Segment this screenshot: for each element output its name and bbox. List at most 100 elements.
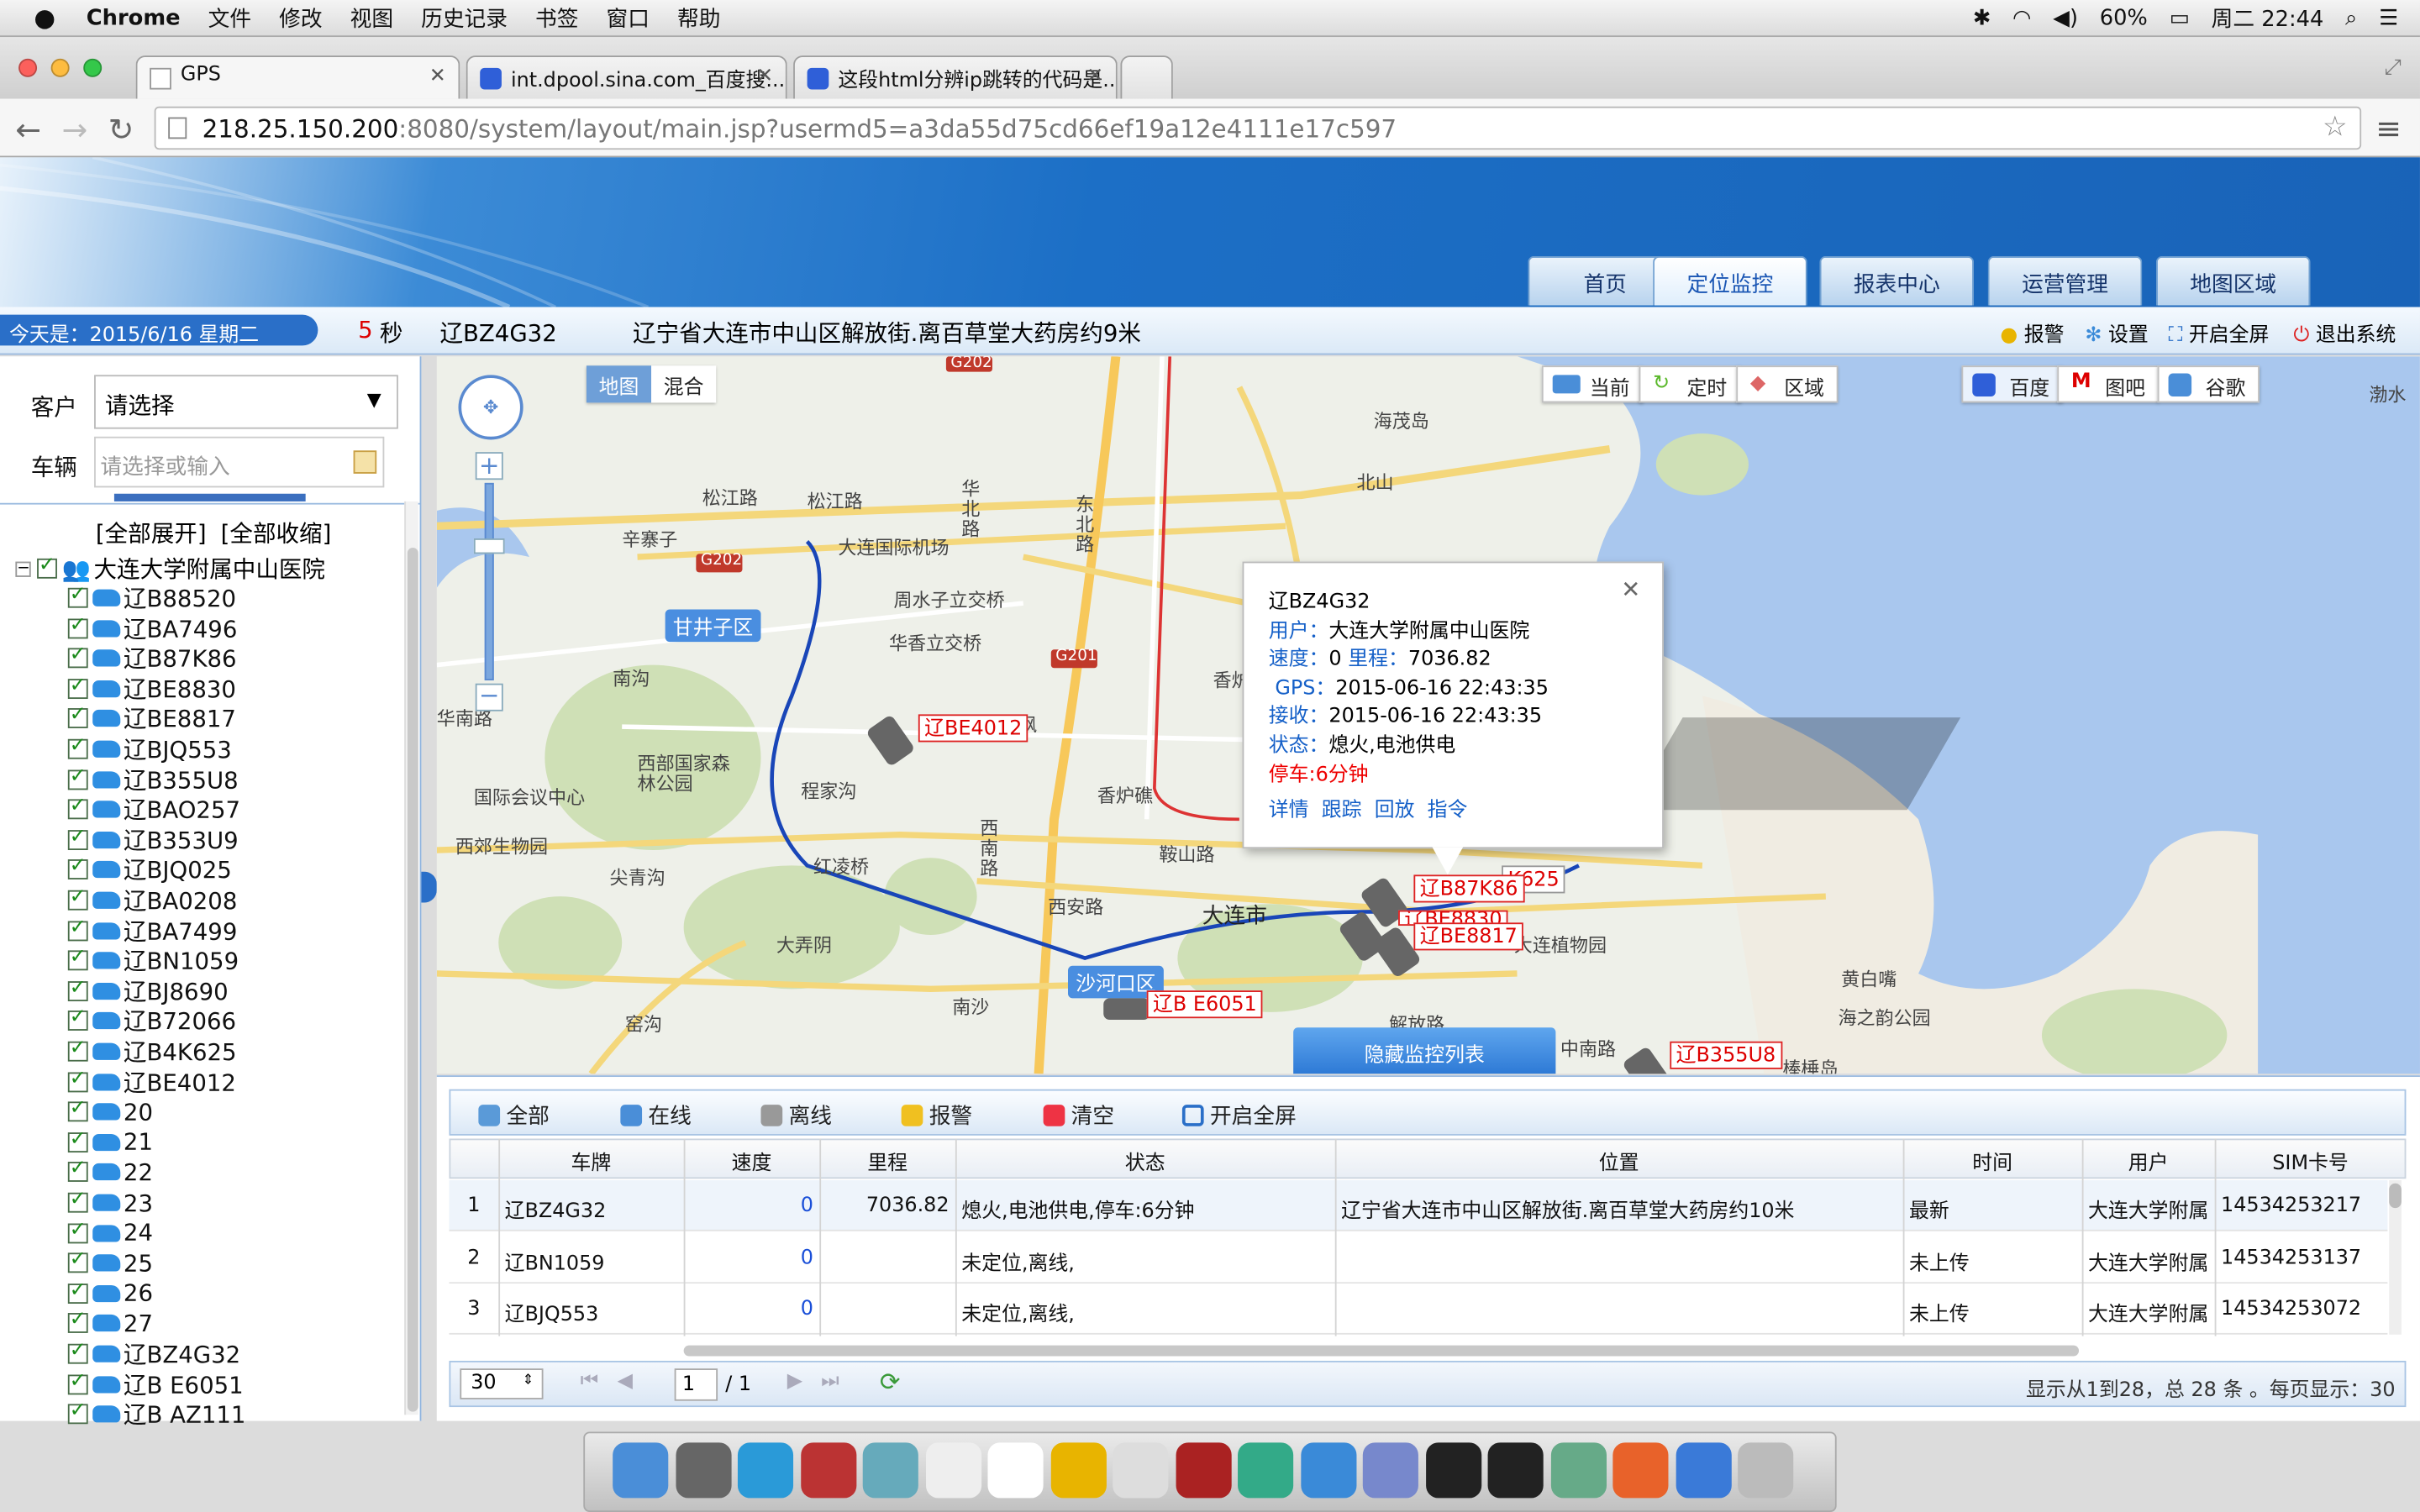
fullscreen-icon[interactable]: ⤢ [2384,55,2402,80]
app-icon[interactable] [1050,1442,1106,1499]
nav-tab-reports[interactable]: 报表中心 [1819,255,1975,306]
vehicle-tree-item[interactable]: 27 [67,1309,153,1338]
menu-edit[interactable]: 修改 [279,3,322,34]
tab-sina[interactable]: int.dpool.sina.com_百度搜... ✕ [466,55,787,99]
vehicle-tree-item[interactable]: 辽BZ4G32 [67,1339,240,1368]
vehicle-tree-item[interactable]: 辽BA0208 [67,885,238,915]
tree-checkbox[interactable] [67,1339,88,1364]
close-icon[interactable]: ✕ [1621,575,1640,603]
back-icon[interactable]: ← [15,111,41,148]
vehicle-tree-item[interactable]: 辽BN1059 [67,946,239,975]
column-header[interactable]: 里程 [819,1147,955,1176]
tree-checkbox[interactable] [67,1097,88,1122]
tab-gps[interactable]: GPS ✕ [135,55,460,99]
filter-online-button[interactable]: 在线 [620,1100,692,1131]
textedit-icon[interactable] [925,1442,981,1499]
vehicle-marker[interactable] [1103,998,1150,1021]
tree-checkbox[interactable] [67,1369,88,1394]
close-tab-icon[interactable]: ✕ [1086,65,1103,88]
vehicle-tree-item[interactable]: 辽BA7499 [67,916,238,945]
zoom-out-button[interactable]: − [475,683,503,711]
clear-button[interactable]: 清空 [1043,1100,1114,1131]
mode-current-button[interactable]: 当前 [1541,365,1644,403]
alarm-button[interactable]: ● 报警 [2000,318,2064,348]
vehicle-tree-item[interactable]: 辽B87K86 [67,643,237,673]
playback-link[interactable]: 回放 [1375,800,1415,823]
tree-checkbox[interactable] [67,1067,88,1092]
tree-checkbox[interactable] [67,1248,88,1273]
volume-icon[interactable]: ◀) [2053,6,2078,30]
vehicle-tree-item[interactable]: 辽BA7496 [67,613,238,643]
refresh-icon[interactable]: ⟳ [880,1367,901,1396]
logout-button[interactable]: ⏻ 退出系统 [2293,318,2396,348]
tree-checkbox[interactable] [67,795,88,820]
tree-checkbox[interactable] [67,1006,88,1032]
plate-label[interactable]: 辽BE8817 [1413,922,1524,951]
tab-html-ip[interactable]: 这段html分辨ip跳转的代码是... ✕ [793,55,1118,99]
provider-tuba-button[interactable]: M 图吧 [2057,365,2160,403]
tree-checkbox[interactable] [67,916,88,941]
vehicle-tree-item[interactable]: 辽B4K625 [67,1037,237,1066]
hide-list-button[interactable]: 隐藏监控列表 [1293,1027,1556,1074]
contacts-icon[interactable] [1113,1442,1169,1499]
zoom-handle[interactable] [473,538,505,554]
vehicle-tree-item[interactable]: 辽BE8817 [67,704,236,733]
first-page-icon[interactable]: ⏮ [581,1370,598,1394]
clock[interactable]: 周二 22:44 [2212,3,2324,34]
vehicle-tree-item[interactable]: 辽B72066 [67,1006,236,1036]
provider-baidu-button[interactable]: 百度 [1961,365,2064,403]
tree-checkbox[interactable] [67,855,88,880]
column-header[interactable]: 速度 [684,1147,820,1176]
details-link[interactable]: 详情 [1269,800,1309,823]
search-icon[interactable]: ⌕ [2345,6,2357,30]
vehicle-tree-item[interactable]: 21 [67,1127,153,1157]
mode-timed-button[interactable]: ↻ 定时 [1639,365,1741,403]
forward-icon[interactable]: → [61,111,87,148]
edit-icon[interactable] [353,450,377,474]
grid-vscroll[interactable] [2389,1180,2402,1335]
provider-google-button[interactable]: 谷歌 [2157,365,2260,403]
reload-icon[interactable]: ↻ [108,111,134,148]
close-window-button[interactable] [18,58,38,77]
page-size-select[interactable]: 30 ⇕ [460,1368,544,1399]
vehicle-tree-item[interactable]: 26 [67,1278,153,1308]
vehicle-tree-item[interactable]: 辽BE4012 [67,1067,236,1096]
mode-area-button[interactable]: ◆ 区域 [1736,365,1839,403]
vehicle-tree-item[interactable]: 辽B88520 [67,583,236,612]
splitter-handle[interactable] [113,493,306,501]
settings-button[interactable]: ✻ 设置 [2085,318,2148,348]
tree-checkbox[interactable] [67,825,88,850]
tree-checkbox[interactable] [67,1037,88,1062]
chrome-icon[interactable] [1300,1442,1356,1499]
menu-window[interactable]: 窗口 [607,3,650,34]
column-header[interactable]: 车牌 [498,1147,683,1176]
trash-icon[interactable] [1738,1442,1794,1499]
tree-checkbox[interactable] [67,674,88,699]
iphoto-icon[interactable] [1238,1442,1294,1499]
tree-checkbox[interactable] [67,1218,88,1243]
map-type-map-button[interactable]: 地图 [586,365,652,403]
vehicle-tree-item[interactable]: 22 [67,1158,153,1187]
vehicle-tree-item[interactable]: 辽BE8830 [67,674,236,703]
new-tab-button[interactable] [1120,55,1173,99]
last-page-icon[interactable]: ⏭ [821,1370,839,1394]
filter-offline-button[interactable]: 离线 [760,1100,832,1131]
tree-checkbox[interactable] [67,1158,88,1183]
tree-checkbox[interactable] [67,1399,88,1425]
vehicle-tree-item[interactable]: 辽BJQ553 [67,734,232,764]
column-header[interactable]: 用户 [2082,1147,2215,1176]
remote-desktop-icon[interactable] [1362,1442,1418,1499]
vehicle-tree-item[interactable]: 23 [67,1188,153,1217]
finder-icon[interactable] [613,1442,669,1499]
tree-checkbox[interactable] [67,976,88,1001]
list-fullscreen-button[interactable]: 开启全屏 [1181,1100,1297,1131]
bookmark-star-icon[interactable]: ☆ [2323,111,2348,144]
customer-select[interactable]: 请选择 ▼ [94,375,398,429]
page-input[interactable]: 1 [674,1368,718,1401]
calendar-icon[interactable] [987,1442,1044,1499]
plate-label[interactable]: 辽B355U8 [1670,1041,1782,1069]
safari-icon[interactable] [737,1442,794,1499]
fullscreen-button[interactable]: ⛶ 开启全屏 [2169,318,2270,348]
vehicle-input[interactable]: 请选择或输入 [94,436,385,488]
qq-icon[interactable] [1487,1442,1544,1499]
